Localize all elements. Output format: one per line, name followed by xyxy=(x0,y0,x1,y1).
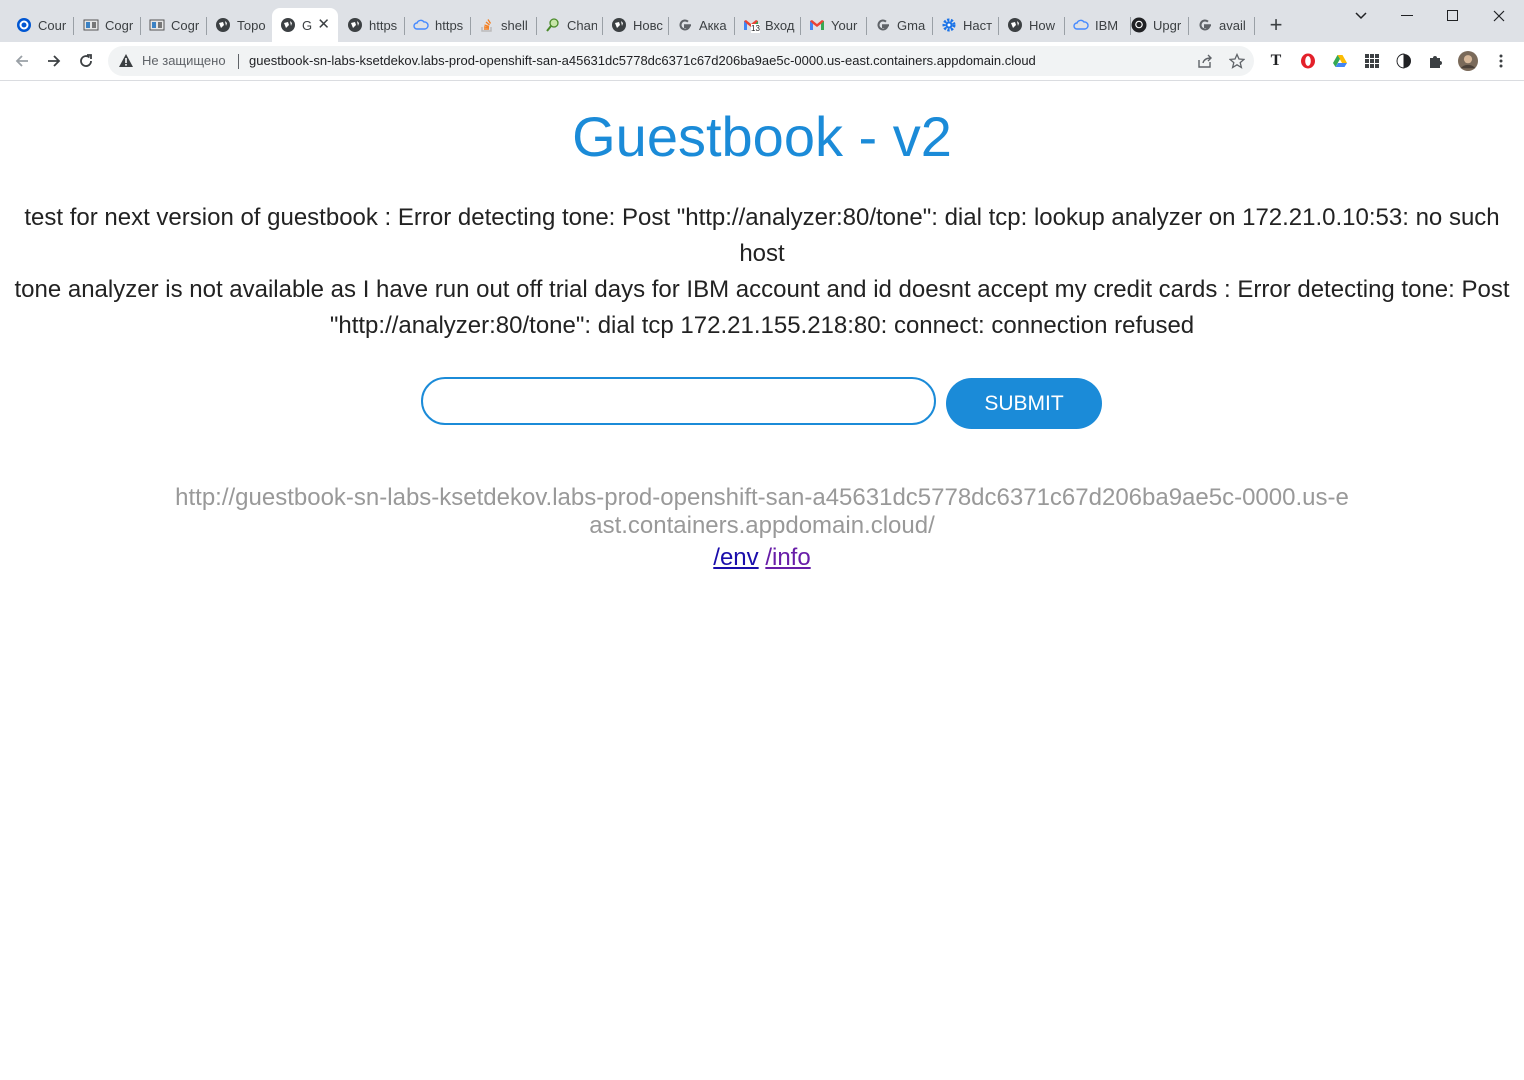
cognitive-class-icon xyxy=(83,17,99,33)
tab-title: Вход xyxy=(765,17,795,33)
back-arrow-icon[interactable] xyxy=(10,49,34,73)
cloud-icon xyxy=(413,17,429,33)
globe-icon xyxy=(280,17,296,33)
submit-button[interactable]: SUBMIT xyxy=(946,378,1102,429)
browser-toolbar: Не защищено guestbook-sn-labs-ksetdekov.… xyxy=(0,42,1524,81)
guestbook-entry: test for next version of guestbook : Err… xyxy=(24,204,1500,267)
tab-14[interactable]: Gma xyxy=(867,8,929,42)
tab-title: How xyxy=(1029,17,1056,33)
tab-separator xyxy=(1254,17,1255,35)
tab-17[interactable]: IBM xyxy=(1065,8,1127,42)
info-link[interactable]: /info xyxy=(765,544,810,571)
tab-7[interactable]: https xyxy=(405,8,467,42)
security-label[interactable]: Не защищено xyxy=(142,53,226,68)
globe-icon xyxy=(347,17,363,33)
globe-icon xyxy=(611,17,627,33)
tab-10[interactable]: Новс xyxy=(603,8,665,42)
gmail-badge: 13 xyxy=(751,24,760,33)
gmail-icon: 13 xyxy=(743,17,760,33)
more-menu-icon[interactable] xyxy=(1491,51,1511,71)
maximize-icon[interactable] xyxy=(1430,4,1476,28)
tab-13[interactable]: Your xyxy=(801,8,863,42)
tab-title: Your xyxy=(831,17,858,33)
github-icon xyxy=(1131,17,1147,33)
tab-separator xyxy=(73,17,74,35)
tab-9[interactable]: Chan xyxy=(537,8,599,42)
address-bar[interactable]: Не защищено guestbook-sn-labs-ksetdekov.… xyxy=(108,46,1254,76)
tab-title: Cogr xyxy=(105,17,134,33)
tab-title: avail xyxy=(1219,17,1246,33)
tab-title: shell xyxy=(501,17,528,33)
tab-8[interactable]: shell xyxy=(471,8,533,42)
settings-gear-icon xyxy=(941,17,957,33)
minimize-icon[interactable] xyxy=(1384,4,1430,28)
bookmark-star-icon[interactable] xyxy=(1228,52,1246,70)
guestbook-page: Guestbook - v2 test for next version of … xyxy=(0,81,1524,1080)
tab-4[interactable]: Торо xyxy=(207,8,269,42)
tab-title: Наст xyxy=(963,17,993,33)
share-icon[interactable] xyxy=(1196,52,1214,70)
tab-search-chevron-icon[interactable] xyxy=(1338,4,1384,28)
tab-12[interactable]: 13 Вход xyxy=(735,8,797,42)
tab-title: https xyxy=(435,17,464,33)
globe-icon xyxy=(1007,17,1023,33)
google-icon xyxy=(1197,17,1213,33)
grid-apps-icon[interactable] xyxy=(1362,51,1382,71)
new-tab-button[interactable]: + xyxy=(1264,14,1288,38)
text-extension-label: T xyxy=(1270,52,1282,69)
stackoverflow-icon xyxy=(479,17,495,33)
tab-2[interactable]: Cogr xyxy=(75,8,137,42)
google-icon xyxy=(875,17,891,33)
tab-title: https xyxy=(369,17,398,33)
tab-15[interactable]: Наст xyxy=(933,8,995,42)
tab-title: Upgr xyxy=(1153,17,1182,33)
address-url[interactable]: guestbook-sn-labs-ksetdekov.labs-prod-op… xyxy=(249,53,1036,68)
tab-3[interactable]: Cogr xyxy=(141,8,203,42)
reload-icon[interactable] xyxy=(74,49,98,73)
tab-19[interactable]: avail xyxy=(1189,8,1251,42)
cognitive-class-icon xyxy=(149,17,165,33)
footer-links: /env /info xyxy=(0,543,1524,573)
profile-avatar[interactable] xyxy=(1458,51,1478,71)
dark-mode-icon[interactable] xyxy=(1394,51,1414,71)
tab-title: Новс xyxy=(633,17,663,33)
gmail-icon xyxy=(809,17,825,33)
tab-title: G xyxy=(302,17,312,33)
cloud-icon xyxy=(1073,17,1089,33)
tab-title: Cour xyxy=(38,17,67,33)
google-drive-icon[interactable] xyxy=(1330,51,1350,71)
guestbook-entries: test for next version of guestbook : Err… xyxy=(8,200,1516,344)
guestbook-entry: tone analyzer is not available as I have… xyxy=(14,276,1510,339)
opera-icon[interactable] xyxy=(1298,51,1318,71)
env-link[interactable]: /env xyxy=(713,544,758,571)
warning-triangle-icon[interactable] xyxy=(118,53,134,73)
tab-5-active[interactable]: G ✕ xyxy=(272,8,338,42)
tab-16[interactable]: How xyxy=(999,8,1061,42)
browser-tab-strip: Cour Cogr Cogr Торо G ✕ https https shel… xyxy=(0,0,1524,42)
google-icon xyxy=(677,17,693,33)
address-divider xyxy=(238,54,239,69)
coursera-icon xyxy=(16,17,32,33)
tab-title: Торо xyxy=(237,17,266,33)
tab-title: Chan xyxy=(567,17,597,33)
tab-1[interactable]: Cour xyxy=(8,8,70,42)
page-title: Guestbook - v2 xyxy=(572,105,952,168)
tab-title: Gma xyxy=(897,17,926,33)
entry-input[interactable] xyxy=(421,377,936,425)
text-extension-icon[interactable]: T xyxy=(1266,51,1286,71)
forward-arrow-icon[interactable] xyxy=(42,49,66,73)
extensions-puzzle-icon[interactable] xyxy=(1426,51,1446,71)
tab-close-icon[interactable]: ✕ xyxy=(317,17,330,33)
tab-title: Cogr xyxy=(171,17,200,33)
tab-6[interactable]: https xyxy=(339,8,401,42)
tab-11[interactable]: Акка xyxy=(669,8,731,42)
tab-18[interactable]: Upgr xyxy=(1123,8,1185,42)
globe-icon xyxy=(215,17,231,33)
close-window-icon[interactable] xyxy=(1476,4,1522,28)
entry-form: SUBMIT xyxy=(421,377,1121,431)
host-url: http://guestbook-sn-labs-ksetdekov.labs-… xyxy=(175,484,1349,539)
tab-title: Акка xyxy=(699,17,727,33)
tab-title: IBM xyxy=(1095,17,1119,33)
search-doc-icon xyxy=(545,17,561,33)
